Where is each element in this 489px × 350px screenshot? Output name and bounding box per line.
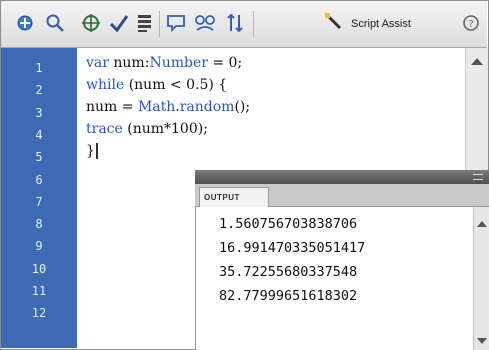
line-number: 9 xyxy=(35,239,43,254)
code-text: (num < 0.5) { xyxy=(124,77,228,93)
panel-grip-icon[interactable] xyxy=(473,174,483,180)
help-icon[interactable]: ? xyxy=(459,11,483,35)
line-number: 5 xyxy=(35,150,43,165)
line-number: 12 xyxy=(31,306,47,321)
find-icon[interactable] xyxy=(43,11,67,35)
line-number: 2 xyxy=(35,83,43,98)
code-text: (num*100); xyxy=(122,121,208,137)
code-text: num = xyxy=(86,99,138,115)
output-panel-tabbar: OUTPUT xyxy=(195,184,489,207)
auto-format-icon[interactable] xyxy=(133,11,157,35)
target-icon[interactable] xyxy=(79,11,103,35)
output-text-area: 1.560756703838706 16.991470335051417 35.72… xyxy=(195,207,489,350)
code-hint-icon[interactable] xyxy=(165,11,189,35)
output-scrollbar[interactable] xyxy=(473,207,489,350)
script-assist-icon xyxy=(323,11,345,37)
code-text: num: xyxy=(108,55,150,71)
output-line: 35.72255680337548 xyxy=(219,264,358,280)
line-number: 8 xyxy=(35,217,43,232)
code-keyword: trace xyxy=(86,121,123,137)
script-assist-button[interactable]: Script Assist xyxy=(323,11,411,37)
line-number: 1 xyxy=(35,61,43,75)
output-line: 1.560756703838706 xyxy=(219,216,358,232)
collapse-icon[interactable] xyxy=(223,11,247,35)
debug-options-icon[interactable] xyxy=(193,11,217,35)
code-text: (); xyxy=(234,99,251,115)
scroll-down-icon[interactable] xyxy=(477,338,487,344)
line-number: 4 xyxy=(35,127,43,142)
code-text: = 0; xyxy=(207,55,243,71)
line-number: 3 xyxy=(35,105,43,120)
output-line: 16.991470335051417 xyxy=(219,240,366,256)
code-keyword: Math xyxy=(137,99,176,115)
actions-toolbar: Script Assist ? xyxy=(1,1,487,48)
line-number: 7 xyxy=(35,194,43,209)
check-syntax-icon[interactable] xyxy=(107,11,131,35)
output-line: 82.77999651618302 xyxy=(219,288,358,304)
script-editor[interactable]: var num:Number = 0; while (num < 0.5) {nu… xyxy=(86,52,466,162)
code-text: } xyxy=(86,143,95,159)
line-number-gutter: 1 2 3 4 5 6 7 8 9 10 11 12 xyxy=(1,48,77,348)
code-line[interactable]: while (num < 0.5) { xyxy=(86,74,466,96)
scroll-up-icon[interactable] xyxy=(477,221,487,227)
code-line[interactable]: } xyxy=(86,140,466,162)
code-keyword: random xyxy=(179,99,235,115)
add-statement-icon[interactable] xyxy=(13,11,37,35)
code-keyword: var xyxy=(86,55,109,71)
toolbar-separator xyxy=(253,11,254,37)
code-keyword: Number xyxy=(149,55,208,71)
code-line[interactable]: num = Math.random(); xyxy=(86,96,466,118)
tab-output[interactable]: OUTPUT xyxy=(199,187,269,207)
scroll-up-icon[interactable] xyxy=(471,58,483,65)
line-number: 11 xyxy=(31,284,47,298)
script-assist-label: Script Assist xyxy=(351,18,411,30)
text-cursor xyxy=(95,143,98,159)
code-line[interactable]: var num:Number = 0; xyxy=(86,52,466,74)
toolbar-separator xyxy=(159,11,160,37)
line-number: 6 xyxy=(35,172,43,187)
output-panel-titlebar[interactable] xyxy=(195,170,489,184)
code-line[interactable]: trace (num*100); xyxy=(86,118,466,140)
code-keyword: while xyxy=(86,77,125,93)
svg-text:?: ? xyxy=(468,19,473,30)
line-number: 10 xyxy=(31,261,47,276)
